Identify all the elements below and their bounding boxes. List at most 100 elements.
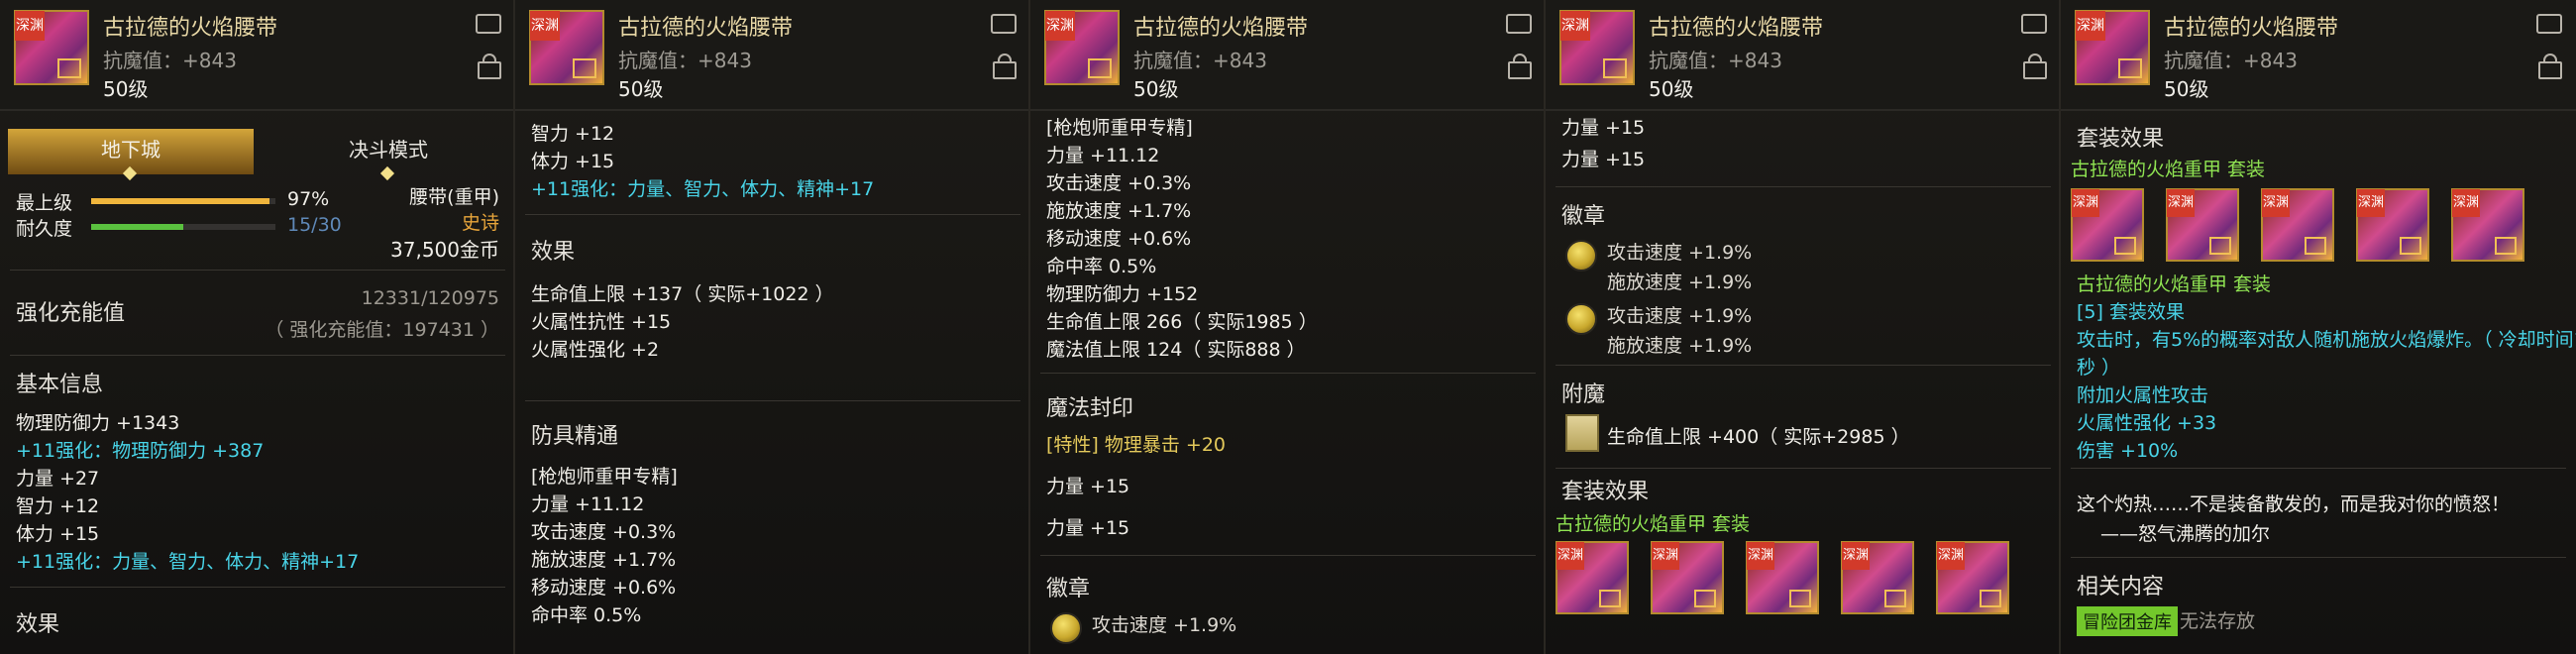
set-icon-2[interactable]: 深渊 xyxy=(2166,188,2239,262)
share-icon[interactable] xyxy=(1506,14,1532,34)
mastery-title: 防具精通 xyxy=(531,424,619,449)
share-icon[interactable] xyxy=(991,14,1017,34)
reinforce-value: 12331/120975 xyxy=(361,287,499,309)
set-count: [5] 套装效果 xyxy=(2077,301,2185,323)
item-slot: 腰带(重甲) xyxy=(409,186,499,208)
item-icon: 深渊 xyxy=(2075,10,2150,85)
lock-icon[interactable] xyxy=(993,54,1017,79)
item-price: 37,500金币 xyxy=(390,238,499,262)
set-badge: 深渊 xyxy=(1747,542,1774,570)
seal-line: 力量 +15 xyxy=(1046,517,1130,539)
set-icon-4[interactable]: 深渊 xyxy=(2356,188,2429,262)
mastery-line: 命中率 0.5% xyxy=(1046,256,1157,277)
tooltip-body: 智力 +12 体力 +15 +11强化：力量、智力、体力、精神+17 效果 生命… xyxy=(515,111,1028,654)
mastery-line: [枪炮师重甲专精] xyxy=(531,466,678,488)
item-level: 50级 xyxy=(1133,77,1179,101)
item-rarity-mark xyxy=(1088,58,1112,78)
item-level: 50级 xyxy=(103,77,149,101)
effect-line: 生命值上限 +137（ 实际+1022 ） xyxy=(531,283,834,305)
divider xyxy=(2071,557,2566,558)
durability-value: 15/30 xyxy=(287,214,342,236)
related-title: 相关内容 xyxy=(2077,575,2165,600)
basic-line: 智力 +12 xyxy=(16,495,100,517)
share-icon[interactable] xyxy=(476,14,501,34)
divider xyxy=(10,270,505,271)
item-name: 古拉德的火焰腰带 xyxy=(2164,16,2339,41)
set-badge: 深渊 xyxy=(2167,189,2195,217)
seal-line: 力量 +15 xyxy=(1046,476,1130,497)
tooltip-panel-1: 深渊 古拉德的火焰腰带 抗魔值：+843 50级 地下城 决斗模式 最上级 97… xyxy=(0,0,515,654)
set-icon-5[interactable]: 深渊 xyxy=(2451,188,2524,262)
set-badge: 深渊 xyxy=(2452,189,2480,217)
item-header: 深渊 古拉德的火焰腰带 抗魔值：+843 50级 xyxy=(515,0,1028,111)
divider xyxy=(1556,468,2051,469)
tooltip-panel-3: 深渊 古拉德的火焰腰带 抗魔值：+843 50级 [枪炮师重甲专精] 力量 +1… xyxy=(1030,0,1546,654)
set-badge: 深渊 xyxy=(1652,542,1679,570)
set-icon-4[interactable]: 深渊 xyxy=(1841,541,1914,614)
set-rarity-mark xyxy=(1789,590,1811,607)
lock-icon[interactable] xyxy=(478,54,501,79)
quality-value: 97% xyxy=(287,188,330,210)
tooltip-panel-4: 深渊 古拉德的火焰腰带 抗魔值：+843 50级 力量 +15 力量 +15 徽… xyxy=(1546,0,2061,654)
item-rarity-mark xyxy=(1603,58,1627,78)
set-rarity-mark xyxy=(2400,237,2421,255)
enchant-card-icon xyxy=(1565,414,1599,452)
seal-line: [特性] 物理暴击 +20 xyxy=(1046,434,1227,456)
item-name: 古拉德的火焰腰带 xyxy=(1649,16,1824,41)
quote-line: 这个灼热……不是装备散发的，而是我对你的愤怒！ xyxy=(2077,493,2511,515)
mastery-line: 物理防御力 +152 xyxy=(1046,283,1199,305)
lock-icon[interactable] xyxy=(1508,54,1532,79)
set-icon-3[interactable]: 深渊 xyxy=(2261,188,2334,262)
mastery-line: 生命值上限 266（ 实际1985 ） xyxy=(1046,311,1318,333)
item-header: 深渊 古拉德的火焰腰带 抗魔值：+843 50级 xyxy=(0,0,513,111)
set-title: 套装效果 xyxy=(2077,127,2165,152)
set-badge: 深渊 xyxy=(2357,189,2385,217)
divider xyxy=(525,400,1020,401)
enchant-title: 附魔 xyxy=(1561,382,1606,407)
set-name: 古拉德的火焰重甲 套装 xyxy=(2071,159,2266,180)
tab-pvp[interactable]: 决斗模式 xyxy=(266,129,511,181)
tab-dungeon[interactable]: 地下城 xyxy=(8,129,254,181)
emblem-text: 攻击速度 +1.9% xyxy=(1607,242,1753,264)
item-resist: 抗魔值：+843 xyxy=(103,49,237,72)
set-icon-2[interactable]: 深渊 xyxy=(1651,541,1724,614)
enchant-line: 生命值上限 +400（ 实际+2985 ） xyxy=(1607,426,1910,448)
storage-tag: 冒险团金库 xyxy=(2077,606,2178,636)
item-badge: 深渊 xyxy=(2076,11,2105,41)
set-badge: 深渊 xyxy=(1556,542,1584,570)
item-badge: 深渊 xyxy=(15,11,45,41)
mastery-line: 力量 +11.12 xyxy=(531,493,645,515)
divider xyxy=(1556,365,2051,366)
mastery-line: 力量 +11.12 xyxy=(1046,145,1160,166)
set-line: 附加火属性攻击 xyxy=(2077,384,2209,406)
mastery-line: 移动速度 +0.6% xyxy=(531,577,677,599)
divider xyxy=(1556,186,2051,187)
set-rarity-mark xyxy=(1980,590,2001,607)
lock-icon[interactable] xyxy=(2538,54,2562,79)
basic-line: 力量 +27 xyxy=(16,468,100,490)
basic-line: +11强化：力量、智力、体力、精神+17 xyxy=(16,551,360,573)
set-badge: 深渊 xyxy=(2262,189,2290,217)
item-header: 深渊 古拉德的火焰腰带 抗魔值：+843 50级 xyxy=(1546,0,2059,111)
set-icon-1[interactable]: 深渊 xyxy=(2071,188,2144,262)
divider xyxy=(2071,468,2566,469)
share-icon[interactable] xyxy=(2021,14,2047,34)
divider xyxy=(1040,373,1536,374)
item-name: 古拉德的火焰腰带 xyxy=(618,16,794,41)
item-icon: 深渊 xyxy=(14,10,89,85)
set-icon-1[interactable]: 深渊 xyxy=(1556,541,1629,614)
set-icon-3[interactable]: 深渊 xyxy=(1746,541,1819,614)
share-icon[interactable] xyxy=(2536,14,2562,34)
emblem-row: 攻击速度 +1.9% xyxy=(1565,301,2041,335)
emblem-icon xyxy=(1565,240,1597,272)
item-resist: 抗魔值：+843 xyxy=(1649,49,1782,72)
set-icon-5[interactable]: 深渊 xyxy=(1936,541,2009,614)
lock-icon[interactable] xyxy=(2023,54,2047,79)
basic-line: 物理防御力 +1343 xyxy=(16,412,180,434)
quote-author: ——怒气沸腾的加尔 xyxy=(2100,523,2271,545)
tooltip-body: 套装效果 古拉德的火焰重甲 套装 深渊 深渊 深渊 深渊 深渊 古拉德的火焰重甲… xyxy=(2061,111,2576,654)
set-desc: 秒 ） xyxy=(2077,357,2121,379)
divider xyxy=(525,214,1020,215)
item-header: 深渊 古拉德的火焰腰带 抗魔值：+843 50级 xyxy=(2061,0,2576,111)
emblem-title: 徽章 xyxy=(1561,204,1606,229)
